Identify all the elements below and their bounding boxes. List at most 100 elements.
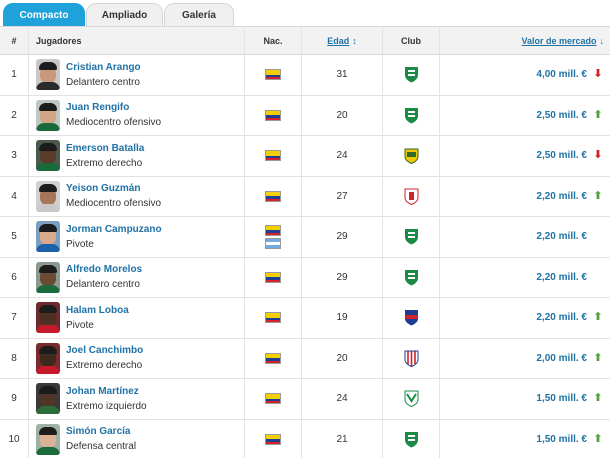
age-sort-link[interactable]: Edad [327, 36, 349, 46]
player-name-link[interactable]: Alfredo Morelos [66, 262, 142, 277]
flag-colombia-icon [265, 352, 281, 364]
avatar[interactable] [36, 180, 60, 212]
club-cell [383, 258, 439, 298]
avatar[interactable] [36, 383, 60, 415]
avatar[interactable] [36, 140, 60, 172]
market-value-link[interactable]: 2,50 mill. € [536, 150, 587, 161]
player-name-link[interactable]: Juan Rengifo [66, 100, 161, 115]
nationality-cell [245, 339, 301, 379]
club-crest-icon[interactable] [404, 431, 419, 448]
avatar[interactable] [36, 423, 60, 455]
age-cell: 20 [336, 352, 348, 364]
market-value-cell: 2,00 mill. € ⬆ [440, 339, 610, 379]
tab-compacto[interactable]: Compacto [3, 3, 85, 27]
club-cell [383, 136, 439, 176]
avatar[interactable] [36, 342, 60, 374]
market-value-link[interactable]: 2,20 mill. € [536, 312, 587, 323]
player-cell: Simón García Defensa central [28, 420, 244, 458]
market-value-link[interactable]: 1,50 mill. € [536, 434, 587, 445]
nationality-cell [245, 420, 301, 458]
market-value-link[interactable]: 2,20 mill. € [536, 191, 587, 202]
tab-galeria[interactable]: Galería [164, 3, 234, 27]
header-market-value[interactable]: Valor de mercado ↓ [440, 27, 610, 54]
nationality-cell [245, 379, 301, 419]
avatar[interactable] [36, 261, 60, 293]
club-cell [383, 96, 439, 136]
row-number: 2 [11, 109, 17, 121]
tab-ampliado[interactable]: Ampliado [86, 3, 163, 27]
club-crest-icon[interactable] [404, 350, 419, 367]
market-value-cell: 4,00 mill. € ⬇ [440, 55, 610, 95]
flag-colombia-icon [265, 393, 281, 405]
row-number: 10 [8, 433, 20, 445]
header-club: Club [401, 35, 421, 46]
header-players: Jugadores [36, 35, 82, 46]
avatar[interactable] [36, 221, 60, 253]
player-position: Delantero centro [66, 279, 140, 291]
player-name-link[interactable]: Johan Martínez [66, 384, 147, 399]
player-name-link[interactable]: Yeison Guzmán [66, 181, 161, 196]
table-row: 4 Yeison Guzmán Mediocentro ofensivo 27 2,20… [0, 176, 610, 217]
sort-down-icon[interactable]: ↓ [600, 36, 605, 46]
market-value-link[interactable]: 1,50 mill. € [536, 393, 587, 404]
player-name-link[interactable]: Emerson Batalla [66, 141, 144, 156]
market-value-cell: 2,20 mill. € ⬆ [440, 298, 610, 338]
player-position: Extremo izquierdo [66, 400, 147, 412]
avatar[interactable] [36, 99, 60, 131]
table-row: 6 Alfredo Morelos Delantero centro 29 2,20 m… [0, 257, 610, 298]
nationality-cell [245, 217, 301, 257]
club-crest-icon[interactable] [404, 107, 419, 124]
player-name-link[interactable]: Cristian Arango [66, 60, 141, 75]
player-name-link[interactable]: Halam Loboa [66, 303, 129, 318]
table-body: 1 Cristian Arango Delantero centro 31 4,00 m… [0, 55, 610, 458]
player-cell: Johan Martínez Extremo izquierdo [28, 379, 244, 419]
club-cell [383, 55, 439, 95]
market-value-link[interactable]: 2,20 mill. € [536, 231, 587, 242]
market-value-cell: 1,50 mill. € ⬆ [440, 379, 610, 419]
player-cell: Jorman Campuzano Pivote [28, 217, 244, 257]
arrow-up-icon: ⬆ [593, 311, 603, 324]
arrow-down-icon: ⬇ [593, 149, 603, 162]
player-cell: Joel Canchimbo Extremo derecho [28, 339, 244, 379]
club-crest-icon[interactable] [404, 269, 419, 286]
nationality-cell [245, 177, 301, 217]
row-number: 3 [11, 150, 17, 162]
player-name-link[interactable]: Simón García [66, 424, 136, 439]
player-position: Defensa central [66, 441, 137, 453]
club-cell [383, 339, 439, 379]
arrow-up-icon: ⬆ [593, 351, 603, 364]
market-value-link[interactable]: 2,20 mill. € [536, 272, 587, 283]
market-value-link[interactable]: 2,50 mill. € [536, 110, 587, 121]
table-row: 10 Simón García Defensa central 21 1,50 mill… [0, 419, 610, 458]
club-crest-icon[interactable] [404, 147, 419, 165]
table-row: 9 Johan Martínez Extremo izquierdo 24 1,50 m… [0, 379, 610, 420]
player-name-link[interactable]: Joel Canchimbo [66, 343, 143, 358]
flag-colombia-icon [265, 69, 281, 81]
arrow-up-icon: ⬆ [593, 432, 603, 445]
nationality-cell [245, 298, 301, 338]
club-cell [383, 379, 439, 419]
header-age[interactable]: Edad ↕ [302, 27, 382, 54]
club-crest-icon[interactable] [404, 66, 419, 83]
table-row: 7 Halam Loboa Pivote 19 2,20 mill. € ⬆ [0, 298, 610, 339]
flag-colombia-icon [265, 224, 281, 236]
market-value-link[interactable]: 2,00 mill. € [536, 353, 587, 364]
age-cell: 29 [336, 231, 348, 243]
market-value-link[interactable]: 4,00 mill. € [536, 69, 587, 80]
avatar[interactable] [36, 302, 60, 334]
table-row: 5 Jorman Campuzano Pivote 29 2,20 mill. € [0, 217, 610, 258]
value-sort-link[interactable]: Valor de mercado [521, 36, 596, 46]
flag-colombia-icon [265, 271, 281, 283]
player-name-link[interactable]: Jorman Campuzano [66, 222, 162, 237]
club-crest-icon[interactable] [404, 188, 419, 205]
club-crest-icon[interactable] [404, 390, 419, 408]
table-row: 2 Juan Rengifo Mediocentro ofensivo 20 2,50 … [0, 95, 610, 136]
club-crest-icon[interactable] [404, 309, 419, 326]
market-value-cell: 2,20 mill. € [440, 258, 610, 298]
club-crest-icon[interactable] [404, 228, 419, 245]
table-row: 1 Cristian Arango Delantero centro 31 4,00 m… [0, 55, 610, 96]
avatar[interactable] [36, 59, 60, 91]
sort-updown-icon[interactable]: ↕ [352, 36, 357, 46]
age-cell: 21 [336, 433, 348, 445]
market-value-cell: 2,50 mill. € ⬇ [440, 136, 610, 176]
